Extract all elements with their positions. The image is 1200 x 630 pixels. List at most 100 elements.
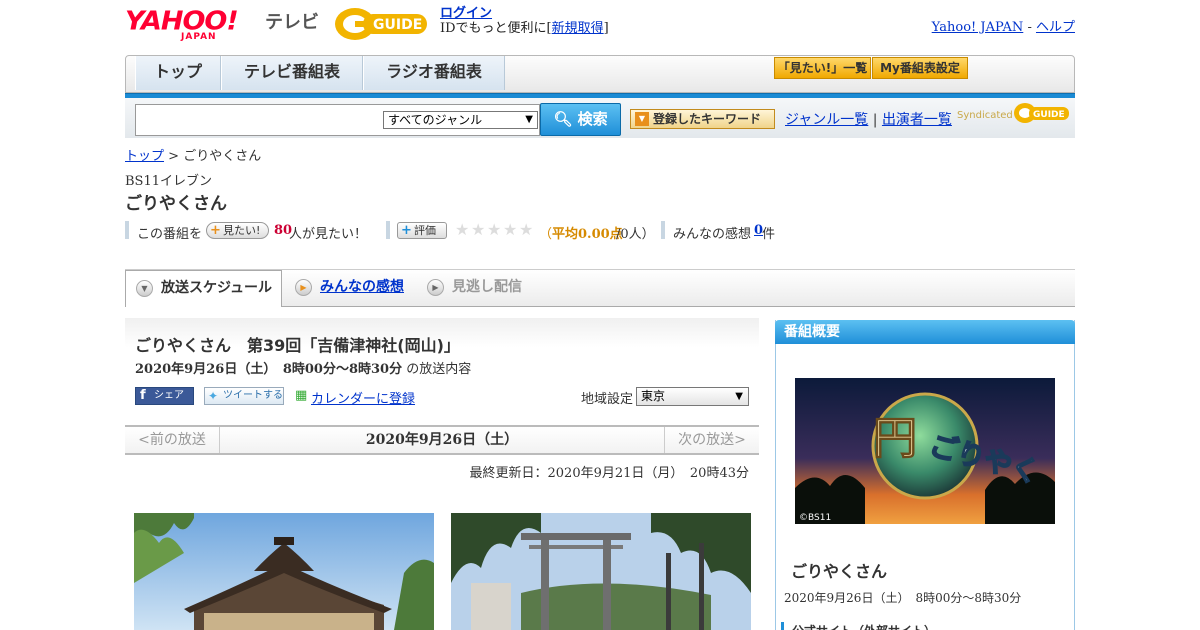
impressions-suffix: 件 bbox=[762, 227, 776, 242]
tweet-label: ツイートする bbox=[223, 390, 283, 401]
calendar-icon: ▦ bbox=[295, 388, 308, 403]
search-icon: 🔍︎ bbox=[553, 110, 573, 128]
date-navigation: <前の放送 2020年9月26日（土） 次の放送> bbox=[125, 425, 759, 455]
search-row: すべてのジャンル ▼ 🔍︎ 検索 ▼ 登録したキーワード ジャンル一覧 | 出演… bbox=[125, 98, 1075, 138]
stat-divider bbox=[661, 221, 665, 239]
nav-tab-top[interactable]: トップ bbox=[135, 56, 221, 90]
chevron-down-icon: ▼ bbox=[136, 280, 153, 297]
help-link[interactable]: ヘルプ bbox=[1036, 20, 1075, 35]
star-icon: ★ bbox=[487, 220, 502, 239]
current-broadcast-date: 2020年9月26日（土） bbox=[365, 432, 519, 448]
star-icon: ★ bbox=[503, 220, 518, 239]
login-prompt-close: ] bbox=[603, 21, 609, 36]
program-overview-heading: 番組概要 bbox=[775, 320, 1075, 344]
want-to-watch-button[interactable]: + 見たい! bbox=[206, 222, 269, 239]
breadcrumb: トップ > ごりやくさん bbox=[125, 145, 261, 164]
search-links: ジャンル一覧 | 出演者一覧 bbox=[785, 109, 952, 129]
star-icon: ★ bbox=[455, 220, 470, 239]
syndicated-label: Syndicated bbox=[957, 110, 1013, 121]
breadcrumb-top-link[interactable]: トップ bbox=[125, 149, 164, 164]
episode-header: ごりやくさん 第39回「吉備津神社(岡山)」 2020年9月26日（土） 8時0… bbox=[125, 318, 759, 416]
chevron-right-icon: ▶ bbox=[295, 279, 312, 296]
yahoo-logo[interactable]: YAHOO! JAPAN bbox=[125, 7, 239, 42]
tab-missed-streaming[interactable]: ▶ 見逃し配信 bbox=[417, 270, 547, 307]
torii-photo-image bbox=[451, 513, 751, 630]
login-block: ログイン IDでもっと便利に[新規取得] bbox=[440, 6, 609, 36]
want-suffix: 人が見たい！ bbox=[289, 227, 368, 242]
copyright-caption: ©BS11 bbox=[799, 513, 831, 523]
gguide-logo[interactable]: GUIDE bbox=[333, 6, 429, 42]
svg-text:円: 円 bbox=[873, 413, 917, 464]
plus-icon: + bbox=[210, 223, 221, 238]
stat-divider bbox=[125, 221, 129, 239]
tab-label[interactable]: みんなの感想 bbox=[320, 279, 404, 295]
channel-name: BS11イレブン bbox=[125, 174, 213, 189]
program-stats: この番組を + 見たい! 80 人が見たい！ + 評価 ★ ★ ★ ★ ★ （ … bbox=[125, 220, 1075, 242]
next-broadcast-link[interactable]: 次の放送> bbox=[664, 427, 759, 453]
last-updated: 最終更新日：2020年9月21日（月） 20時43分 bbox=[469, 466, 749, 481]
yahoo-japan-link[interactable]: Yahoo! JAPAN bbox=[932, 20, 1024, 35]
stat-divider bbox=[386, 221, 390, 239]
nav-tab-tv-schedule[interactable]: テレビ番組表 bbox=[221, 56, 363, 90]
chevron-down-icon: ▼ bbox=[735, 391, 743, 402]
page-title: ごりやくさん bbox=[125, 194, 227, 214]
registered-keyword-label: 登録したキーワード bbox=[653, 112, 762, 126]
impressions-label: みんなの感想 bbox=[673, 227, 752, 242]
tweet-button[interactable]: ✦ ツイートする bbox=[204, 387, 284, 405]
login-link[interactable]: ログイン bbox=[440, 6, 492, 21]
plus-icon: + bbox=[401, 223, 412, 238]
genre-select[interactable]: すべてのジャンル ▼ bbox=[383, 111, 538, 129]
triangle-down-icon: ▼ bbox=[635, 112, 649, 126]
episode-date-time: 2020年9月26日（土） 8時00分～8時30分 bbox=[135, 362, 403, 377]
want-to-watch-label: 見たい! bbox=[223, 224, 261, 237]
breadcrumb-separator: > bbox=[168, 149, 180, 164]
sidebar-program-time: 2020年9月26日（土） 8時00分～8時30分 bbox=[784, 591, 1022, 605]
rating-button[interactable]: + 評価 bbox=[397, 222, 447, 239]
add-to-calendar-link[interactable]: ▦ カレンダーに登録 bbox=[295, 388, 415, 407]
breadcrumb-current: ごりやくさん bbox=[183, 149, 262, 164]
twitter-bird-icon: ✦ bbox=[208, 389, 219, 403]
this-program-label: この番組を bbox=[137, 227, 203, 242]
watchlist-button[interactable]: 「見たい!」一覧 bbox=[774, 57, 871, 79]
region-label: 地域設定 bbox=[581, 392, 634, 407]
rating-open-paren: （ bbox=[539, 227, 553, 242]
program-tabs: ▼ 放送スケジュール ▶ みんなの感想 ▶ 見逃し配信 bbox=[125, 269, 1075, 307]
tab-label: 放送スケジュール bbox=[161, 280, 273, 296]
svg-text:GUIDE: GUIDE bbox=[1033, 110, 1065, 120]
episode-time: 2020年9月26日（土） 8時00分～8時30分 の放送内容 bbox=[135, 358, 471, 377]
facebook-icon: f bbox=[140, 388, 146, 403]
shrine-photo bbox=[134, 513, 434, 630]
signup-link[interactable]: 新規取得 bbox=[552, 21, 604, 36]
search-button[interactable]: 🔍︎ 検索 bbox=[540, 103, 621, 136]
nav-tab-radio-schedule[interactable]: ラジオ番組表 bbox=[363, 56, 505, 90]
site-header: YAHOO! JAPAN テレビ GUIDE ログイン IDでもっと便利に[新規… bbox=[125, 4, 1075, 48]
genre-list-link[interactable]: ジャンル一覧 bbox=[785, 112, 868, 128]
torii-photo bbox=[451, 513, 751, 630]
rating-count: /0人） bbox=[616, 227, 655, 242]
facebook-share-label: シェア bbox=[154, 390, 184, 401]
prev-broadcast-link[interactable]: <前の放送 bbox=[125, 427, 220, 453]
official-site-heading[interactable]: 公式サイト（外部サイト） bbox=[781, 622, 936, 630]
region-select[interactable]: 東京 ▼ bbox=[636, 387, 749, 406]
genre-select-value: すべてのジャンル bbox=[388, 113, 483, 127]
syndicated-gguide-logo: GUIDE bbox=[1014, 103, 1069, 123]
my-schedule-button[interactable]: My番組表設定 bbox=[872, 57, 968, 79]
calendar-link-label: カレンダーに登録 bbox=[311, 392, 416, 407]
chevron-down-icon: ▼ bbox=[525, 114, 533, 125]
tab-broadcast-schedule[interactable]: ▼ 放送スケジュール bbox=[125, 270, 282, 307]
link-separator: | bbox=[872, 112, 878, 128]
header-links: Yahoo! JAPAN - ヘルプ bbox=[932, 16, 1075, 35]
episode-date-suffix: の放送内容 bbox=[406, 362, 472, 377]
tab-impressions[interactable]: ▶ みんなの感想 bbox=[285, 270, 415, 307]
episode-title: ごりやくさん 第39回「吉備津神社(岡山)」 bbox=[135, 336, 460, 355]
sidebar-program-title: ごりやくさん bbox=[791, 562, 888, 581]
cast-list-link[interactable]: 出演者一覧 bbox=[882, 112, 952, 128]
yahoo-logo-japan: JAPAN bbox=[181, 32, 217, 42]
star-icon: ★ bbox=[471, 220, 486, 239]
header-separator: - bbox=[1027, 20, 1032, 35]
svg-text:GUIDE: GUIDE bbox=[373, 17, 422, 33]
program-thumbnail-image: 円 ごりやく ©BS11 bbox=[795, 378, 1055, 524]
program-overview-panel: 番組概要 円 ごりやく ©BS11 ごりやくさん 2020年9月26日（土） 8… bbox=[775, 320, 1075, 630]
registered-keyword-button[interactable]: ▼ 登録したキーワード bbox=[630, 109, 775, 129]
facebook-share-button[interactable]: f シェア bbox=[135, 387, 194, 405]
